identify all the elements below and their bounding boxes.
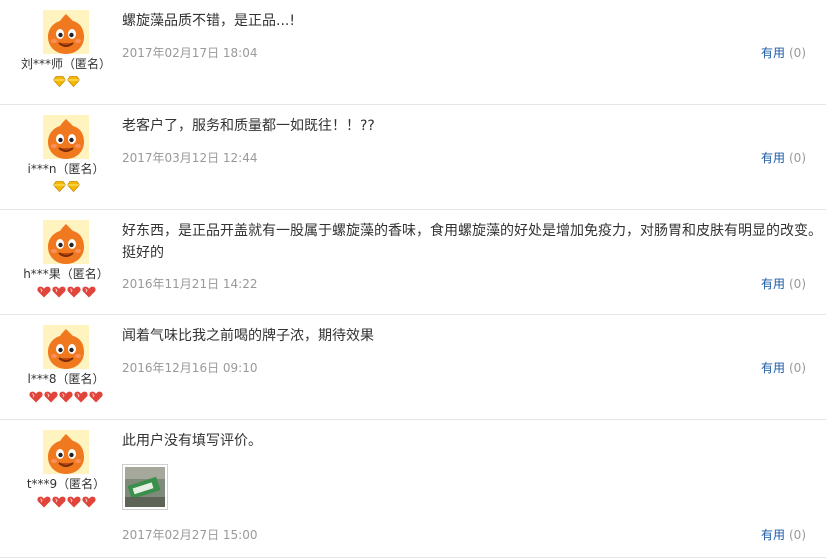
reviewer-level-badges [10, 76, 122, 88]
red-heart-icon [36, 496, 51, 508]
reviewer-username[interactable]: i***n（匿名） [10, 161, 122, 177]
review-text: 闻着气味比我之前喝的牌子浓，期待效果 [122, 328, 374, 344]
useful-count: (0) [789, 151, 806, 165]
review-text: 好东西，是正品开盖就有一股属于螺旋藻的香味，食用螺旋藻的好处是增加免疫力，对肠胃… [122, 223, 822, 261]
useful-count: (0) [789, 528, 806, 542]
useful-vote-button[interactable]: 有用 (0) [761, 359, 806, 376]
orange-mascot-avatar-icon [43, 10, 89, 54]
review-text: 老客户了，服务和质量都一如既往！！?? [122, 118, 375, 134]
red-heart-icon [44, 391, 58, 403]
review-photo-thumbnail[interactable] [122, 464, 168, 510]
yellow-diamond-icon [66, 181, 80, 192]
red-heart-icon [89, 391, 103, 403]
useful-label[interactable]: 有用 [761, 151, 785, 165]
red-heart-icon [51, 496, 66, 508]
reviewer-username[interactable]: l***8（匿名） [10, 371, 122, 387]
yellow-diamond-icon [66, 76, 80, 87]
red-heart-icon [59, 391, 73, 403]
red-heart-icon [66, 286, 81, 298]
avatar[interactable] [43, 115, 89, 159]
useful-label[interactable]: 有用 [761, 46, 785, 60]
yellow-diamond-icon [52, 181, 66, 192]
red-heart-icon [74, 391, 88, 403]
red-heart-icon [51, 286, 66, 298]
red-heart-icon [36, 286, 51, 298]
useful-count: (0) [789, 361, 806, 375]
reviewer-level-badges [10, 286, 122, 298]
avatar[interactable] [43, 220, 89, 264]
review-date: 2017年02月17日 18:04 [122, 46, 258, 60]
reviewer-username[interactable]: h***果（匿名） [10, 266, 122, 282]
reviewer-info: i***n（匿名） [10, 115, 122, 193]
yellow-diamond-icon [52, 76, 66, 87]
useful-label[interactable]: 有用 [761, 277, 785, 291]
avatar[interactable] [43, 430, 89, 474]
review-date: 2016年11月21日 14:22 [122, 277, 258, 291]
useful-count: (0) [789, 277, 806, 291]
avatar[interactable] [43, 325, 89, 369]
orange-mascot-avatar-icon [43, 325, 89, 369]
review-list: 刘***师（匿名） 螺旋藻品质不错，是正品...! 2017年02月17日 18… [0, 0, 832, 558]
useful-vote-button[interactable]: 有用 (0) [761, 149, 806, 166]
reviewer-info: t***9（匿名） [10, 430, 122, 508]
review-item: i***n（匿名） 老客户了，服务和质量都一如既往！！?? 2017年03月12… [0, 105, 826, 210]
review-item: t***9（匿名） 此用户没有填写评价。 2017年02月27日 15:00 有… [0, 420, 826, 558]
useful-vote-button[interactable]: 有用 (0) [761, 275, 806, 292]
red-heart-icon [29, 391, 43, 403]
reviewer-level-badges [10, 496, 122, 508]
review-date: 2016年12月16日 09:10 [122, 361, 258, 375]
orange-mascot-avatar-icon [43, 220, 89, 264]
review-date: 2017年02月27日 15:00 [122, 528, 258, 542]
reviewer-info: 刘***师（匿名） [10, 10, 122, 88]
review-text: 螺旋藻品质不错，是正品...! [122, 13, 295, 29]
reviewer-info: h***果（匿名） [10, 220, 122, 298]
red-heart-icon [81, 286, 96, 298]
useful-vote-button[interactable]: 有用 (0) [761, 526, 806, 543]
useful-label[interactable]: 有用 [761, 528, 785, 542]
orange-mascot-avatar-icon [43, 115, 89, 159]
useful-label[interactable]: 有用 [761, 361, 785, 375]
review-item: l***8（匿名） 闻着气味比我之前喝的牌子浓，期待效果 2016年12月16日… [0, 315, 826, 420]
review-item: 刘***师（匿名） 螺旋藻品质不错，是正品...! 2017年02月17日 18… [0, 0, 826, 105]
red-heart-icon [81, 496, 96, 508]
red-heart-icon [66, 496, 81, 508]
reviewer-level-badges [10, 181, 122, 193]
reviewer-username[interactable]: 刘***师（匿名） [10, 56, 122, 72]
avatar[interactable] [43, 10, 89, 54]
review-date: 2017年03月12日 12:44 [122, 151, 258, 165]
reviewer-info: l***8（匿名） [10, 325, 122, 403]
useful-vote-button[interactable]: 有用 (0) [761, 44, 806, 61]
useful-count: (0) [789, 46, 806, 60]
review-item: h***果（匿名） 好东西，是正品开盖就有一股属于螺旋藻的香味，食用螺旋藻的好处… [0, 210, 826, 315]
orange-mascot-avatar-icon [43, 430, 89, 474]
reviewer-level-badges [10, 391, 122, 403]
review-text: 此用户没有填写评价。 [122, 433, 262, 449]
reviewer-username[interactable]: t***9（匿名） [10, 476, 122, 492]
review-photo-image [125, 467, 165, 507]
